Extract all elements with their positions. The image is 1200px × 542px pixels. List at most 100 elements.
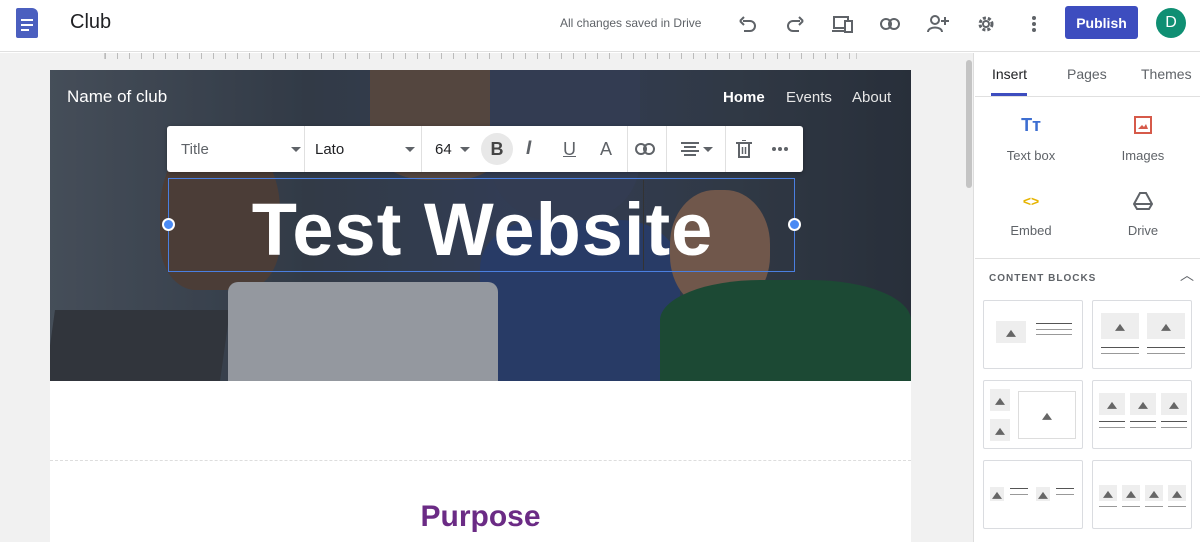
drive-icon[interactable]	[1128, 192, 1158, 215]
sidebar: Insert Pages Themes Tт Text box Images <…	[975, 53, 1200, 542]
nav-item-about[interactable]: About	[852, 89, 891, 106]
content-block-image-text[interactable]	[983, 300, 1083, 369]
text-line	[1145, 506, 1163, 507]
chevron-up-icon[interactable]: ︿	[1180, 265, 1194, 285]
text-line	[1130, 421, 1156, 422]
chevron-down-icon	[405, 146, 415, 152]
image-placeholder-icon	[1161, 393, 1187, 415]
insert-text-box-label[interactable]: Text box	[981, 148, 1081, 163]
text-line	[1122, 506, 1140, 507]
style-select-value: Title	[181, 140, 209, 158]
insert-images-label[interactable]: Images	[1093, 148, 1193, 163]
link-icon[interactable]	[635, 126, 655, 172]
image-placeholder-icon	[1147, 313, 1185, 339]
text-line	[1099, 421, 1125, 422]
font-size-select[interactable]: 64	[435, 126, 475, 172]
image-placeholder-icon	[1099, 393, 1125, 415]
text-line	[1036, 334, 1072, 335]
link-icon[interactable]	[874, 10, 906, 38]
text-line	[1147, 347, 1185, 348]
hero-section[interactable]: Name of club Home Events About Test Webs…	[50, 70, 911, 381]
redo-icon[interactable]	[779, 10, 811, 38]
chevron-down-icon	[459, 146, 470, 152]
content-block-gallery-left[interactable]	[983, 380, 1083, 449]
text-line	[1130, 427, 1156, 428]
underline-icon[interactable]: U	[563, 126, 576, 172]
image-placeholder-icon	[1122, 485, 1140, 501]
undo-icon[interactable]	[732, 10, 764, 38]
text-line	[1056, 494, 1074, 495]
section-divider	[50, 460, 911, 461]
insert-drive-label[interactable]: Drive	[1093, 223, 1193, 238]
save-status: All changes saved in Drive	[560, 16, 702, 30]
publish-button[interactable]: Publish	[1065, 6, 1138, 39]
text-line	[1099, 427, 1125, 428]
tab-insert[interactable]: Insert	[992, 66, 1027, 82]
text-line	[1099, 506, 1117, 507]
text-box-icon[interactable]: Tт	[1016, 115, 1046, 136]
image-placeholder-icon	[990, 419, 1010, 441]
hero-title[interactable]: Test Website	[169, 187, 796, 272]
settings-icon[interactable]	[970, 10, 1002, 38]
site-name[interactable]: Name of club	[67, 87, 167, 107]
embed-icon[interactable]: <>	[1016, 193, 1046, 209]
divider	[304, 126, 305, 172]
text-color-icon[interactable]: A	[600, 126, 612, 172]
ruler	[104, 53, 857, 59]
image-placeholder-icon	[1130, 393, 1156, 415]
text-cursor	[643, 180, 644, 270]
image-placeholder-icon	[996, 321, 1026, 343]
content-block-four-images[interactable]	[1092, 460, 1192, 529]
divider	[975, 96, 1200, 97]
text-line	[1056, 488, 1074, 489]
share-icon[interactable]	[922, 10, 954, 38]
divider	[627, 126, 628, 172]
image-placeholder-icon	[1168, 485, 1186, 501]
text-line	[1101, 347, 1139, 348]
text-line	[1161, 427, 1187, 428]
image-placeholder-icon	[1145, 485, 1163, 501]
document-title[interactable]: Club	[70, 11, 111, 34]
top-bar: Club All changes saved in Drive Publish …	[0, 0, 1200, 52]
text-line	[1168, 506, 1186, 507]
text-format-toolbar: Title Lato 64 B I U A	[167, 126, 803, 172]
nav-item-events[interactable]: Events	[786, 89, 832, 106]
preview-icon[interactable]	[827, 10, 859, 38]
sites-logo-icon[interactable]	[16, 8, 38, 38]
content-block-image-text-pair[interactable]	[983, 460, 1083, 529]
nav-item-home[interactable]: Home	[723, 89, 765, 106]
tab-pages[interactable]: Pages	[1067, 66, 1107, 82]
text-line	[1010, 494, 1028, 495]
text-line	[1010, 488, 1028, 489]
selected-text-box[interactable]: Test Website	[162, 178, 801, 272]
style-select[interactable]: Title	[181, 126, 301, 172]
chevron-down-icon	[291, 146, 301, 152]
image-placeholder-icon	[990, 487, 1004, 501]
insert-embed-label[interactable]: Embed	[981, 223, 1081, 238]
content-block-three-images[interactable]	[1092, 380, 1192, 449]
content-block-two-images[interactable]	[1092, 300, 1192, 369]
delete-icon[interactable]	[736, 126, 752, 172]
resize-handle-left[interactable]	[162, 218, 175, 231]
text-line	[1101, 353, 1139, 354]
font-select[interactable]: Lato	[315, 126, 415, 172]
italic-icon[interactable]: I	[526, 126, 531, 172]
canvas-scrollbar[interactable]	[966, 60, 972, 188]
image-placeholder-icon	[1018, 391, 1076, 439]
bold-icon[interactable]: B	[481, 133, 513, 165]
text-line	[1036, 329, 1072, 330]
image-placeholder-icon	[1099, 485, 1117, 501]
resize-handle-right[interactable]	[788, 218, 801, 231]
divider	[725, 126, 726, 172]
align-icon[interactable]	[681, 126, 713, 172]
font-select-value: Lato	[315, 140, 345, 158]
divider	[421, 126, 422, 172]
more-icon[interactable]	[772, 126, 788, 172]
text-line	[1147, 353, 1185, 354]
more-vert-icon[interactable]	[1018, 10, 1050, 38]
avatar[interactable]: D	[1156, 8, 1186, 38]
section-heading[interactable]: Purpose	[50, 500, 911, 534]
image-icon[interactable]	[1128, 116, 1158, 139]
image-placeholder-icon	[990, 389, 1010, 411]
tab-themes[interactable]: Themes	[1141, 66, 1192, 82]
